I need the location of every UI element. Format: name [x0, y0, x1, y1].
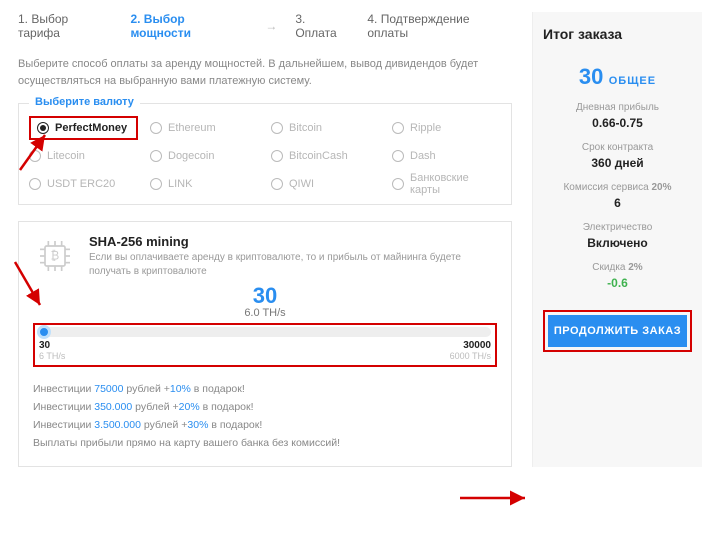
radio-icon [392, 178, 404, 190]
radio-icon [150, 178, 162, 190]
currency-fieldset: Выберите валюту PerfectMoney Ethereum Bi… [18, 103, 512, 205]
step-2[interactable]: 2. Выбор мощности [130, 12, 247, 40]
radio-icon [392, 122, 404, 134]
currency-option-label: USDT ERC20 [47, 178, 115, 190]
currency-option-label: Ethereum [168, 122, 216, 134]
currency-option-litecoin[interactable]: Litecoin [29, 150, 138, 162]
currency-option-ethereum[interactable]: Ethereum [150, 116, 259, 140]
currency-option-label: PerfectMoney [55, 122, 127, 134]
currency-legend: Выберите валюту [29, 96, 140, 108]
power-slider[interactable]: 306 TH/s 300006000 TH/s [33, 323, 497, 367]
currency-option-label: Dogecoin [168, 150, 214, 162]
mining-subtitle: Если вы оплачиваете аренду в криптовалют… [89, 251, 497, 279]
currency-option-usdt[interactable]: USDT ERC20 [29, 172, 138, 196]
currency-option-bitcoin[interactable]: Bitcoin [271, 116, 380, 140]
summary-total-value: 30 [579, 64, 603, 90]
svg-text:₿: ₿ [51, 249, 60, 262]
fee-label: Комиссия сервиса 20% [543, 182, 692, 193]
radio-icon [29, 150, 41, 162]
step-3: 3. Оплата [295, 12, 349, 40]
fee-value: 6 [543, 196, 692, 210]
currency-option-label: Ripple [410, 122, 441, 134]
currency-option-bitcoincash[interactable]: BitcoinCash [271, 150, 380, 162]
radio-icon [37, 122, 49, 134]
summary-title: Итог заказа [543, 26, 692, 42]
currency-option-bankcard[interactable]: Банковские карты [392, 172, 501, 196]
currency-option-link[interactable]: LINK [150, 172, 259, 196]
radio-icon [150, 122, 162, 134]
currency-option-perfectmoney[interactable]: PerfectMoney [29, 116, 138, 140]
electricity-label: Электричество [543, 222, 692, 233]
currency-option-label: LINK [168, 178, 192, 190]
step-4: 4. Подтверждение оплаты [367, 12, 512, 40]
mining-title: SHA-256 mining [89, 234, 497, 249]
discount-label: Скидка 2% [543, 262, 692, 273]
mining-unit: 6.0 TH/s [33, 307, 497, 319]
currency-option-label: Bitcoin [289, 122, 322, 134]
currency-option-label: Dash [410, 150, 436, 162]
currency-option-dogecoin[interactable]: Dogecoin [150, 150, 259, 162]
slider-max-value: 30000 [450, 340, 491, 351]
term-label: Срок контракта [543, 142, 692, 153]
slider-min-unit: 6 TH/s [39, 351, 65, 361]
discount-value: -0.6 [543, 276, 692, 290]
radio-icon [29, 178, 41, 190]
payment-description: Выберите способ оплаты за аренду мощност… [18, 56, 512, 89]
mining-value: 30 [33, 285, 497, 307]
currency-option-dash[interactable]: Dash [392, 150, 501, 162]
mining-panel: ₿ SHA-256 mining Если вы оплачиваете аре… [18, 221, 512, 467]
step-arrow-icon: → [265, 19, 277, 33]
electricity-value: Включено [543, 236, 692, 250]
currency-option-label: BitcoinCash [289, 150, 348, 162]
term-value: 360 дней [543, 156, 692, 170]
order-summary: Итог заказа 30 ОБЩЕЕ Дневная прибыль 0.6… [532, 12, 702, 467]
step-1[interactable]: 1. Выбор тарифа [18, 12, 112, 40]
continue-order-button[interactable]: ПРОДОЛЖИТЬ ЗАКАЗ [548, 315, 687, 347]
radio-icon [271, 178, 283, 190]
currency-option-ripple[interactable]: Ripple [392, 116, 501, 140]
currency-option-label: QIWI [289, 178, 314, 190]
currency-option-label: Банковские карты [410, 172, 501, 196]
radio-icon [150, 150, 162, 162]
bonus-info: Инвестиции 75000 рублей +10% в подарок! … [33, 381, 497, 452]
currency-option-label: Litecoin [47, 150, 85, 162]
currency-option-qiwi[interactable]: QIWI [271, 172, 380, 196]
radio-icon [271, 150, 283, 162]
chip-icon: ₿ [33, 234, 77, 278]
radio-icon [392, 150, 404, 162]
summary-total-label: ОБЩЕЕ [609, 75, 656, 87]
checkout-steps: 1. Выбор тарифа 2. Выбор мощности → 3. О… [18, 12, 512, 40]
radio-icon [271, 122, 283, 134]
slider-min-value: 30 [39, 340, 65, 351]
slider-thumb-icon[interactable] [37, 325, 51, 339]
slider-max-unit: 6000 TH/s [450, 351, 491, 361]
daily-profit-value: 0.66-0.75 [543, 116, 692, 130]
daily-profit-label: Дневная прибыль [543, 102, 692, 113]
